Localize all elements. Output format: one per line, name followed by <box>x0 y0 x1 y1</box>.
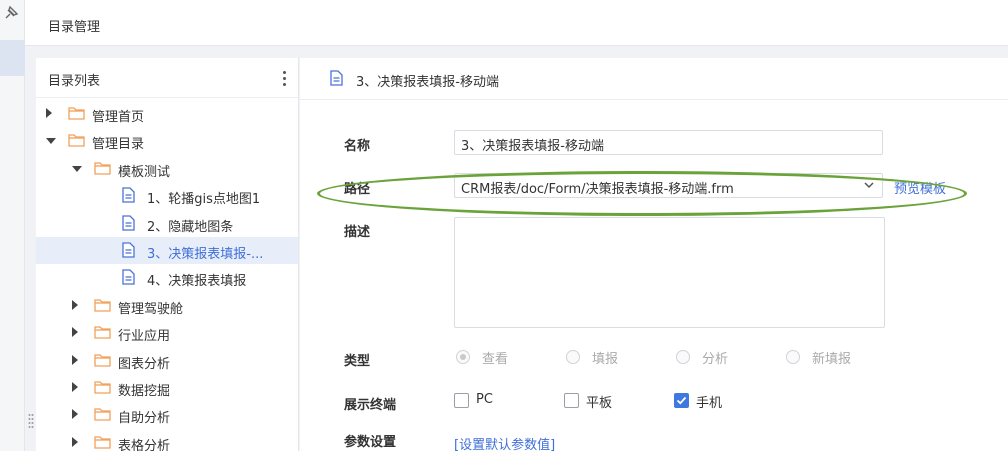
tree-item-label: 3、决策报表填报-... <box>147 247 264 262</box>
tree-folder-item[interactable]: 表格分析 <box>36 429 298 451</box>
checkmark-icon <box>676 396 687 405</box>
type-radio-fill[interactable] <box>566 350 580 364</box>
directory-tree-panel: 目录列表 管理首页管理目录模板测试 1、轮播gis点地图1 2、隐藏地图条 3、决策报… <box>36 58 299 451</box>
tree-item-label: 1、轮播gis点地图1 <box>147 192 261 208</box>
type-option-label: 查看 <box>482 352 509 367</box>
left-rail <box>0 0 25 451</box>
path-select[interactable]: CRM报表/doc/Form/决策报表填报-移动端.frm <box>454 173 883 198</box>
tree-item-label: 数据挖掘 <box>118 384 171 399</box>
terminal-label: 展示终端 <box>344 398 397 413</box>
document-icon <box>122 242 135 258</box>
path-label: 路径 <box>344 182 371 197</box>
tree-item-label: 行业应用 <box>118 329 171 345</box>
tree-panel-header: 目录列表 <box>36 58 298 98</box>
tree-panel-title: 目录列表 <box>48 74 101 89</box>
tree-file-item[interactable]: 4、决策报表填报 <box>36 264 298 291</box>
terminal-phone-label: 手机 <box>696 396 723 411</box>
type-label: 类型 <box>344 354 371 369</box>
folder-icon <box>94 353 111 367</box>
tree-item-label: 管理首页 <box>92 110 145 125</box>
tree-item-label: 管理目录 <box>92 137 145 153</box>
description-textarea[interactable] <box>454 217 885 328</box>
rail-active-item[interactable] <box>0 40 25 76</box>
tree-file-item[interactable]: 1、轮播gis点地图1 <box>36 182 298 209</box>
detail-title: 3、决策报表填报-移动端 <box>356 75 499 90</box>
folder-icon <box>94 435 111 449</box>
chevron-down-icon <box>864 182 874 189</box>
drag-handle-icon[interactable] <box>28 413 34 429</box>
path-select-value: CRM报表/doc/Form/决策报表填报-移动端.frm <box>461 182 734 197</box>
terminal-checkbox-pc[interactable] <box>454 393 469 408</box>
folder-icon <box>94 161 111 175</box>
more-vertical-icon[interactable] <box>278 68 290 88</box>
caret-down-icon[interactable] <box>72 165 82 172</box>
tree-folder-item[interactable]: 管理首页 <box>36 100 298 127</box>
tree-file-item[interactable]: 2、隐藏地图条 <box>36 210 298 237</box>
folder-icon <box>94 380 111 394</box>
caret-right-icon[interactable] <box>72 354 78 365</box>
caret-right-icon[interactable] <box>72 382 78 392</box>
tree-file-item[interactable]: 3、决策报表填报-... <box>36 237 298 264</box>
caret-right-icon[interactable] <box>72 327 78 338</box>
type-option-label: 分析 <box>702 352 729 367</box>
terminal-pc-label: PC <box>476 392 493 407</box>
set-default-params-link[interactable]: [设置默认参数值] <box>454 434 555 451</box>
tree-folder-item[interactable]: 自助分析 <box>36 401 298 428</box>
param-label: 参数设置 <box>344 435 397 450</box>
caret-down-icon[interactable] <box>46 138 56 145</box>
tree-item-label: 自助分析 <box>118 411 171 427</box>
tree-item-label: 2、隐藏地图条 <box>147 219 234 235</box>
preview-template-link[interactable]: 预览模板 <box>894 178 946 197</box>
tree-item-label: 管理驾驶舱 <box>118 301 184 317</box>
folder-icon <box>68 106 85 120</box>
type-option-label: 填报 <box>592 352 619 367</box>
type-option-label: 新填报 <box>812 352 852 367</box>
folder-icon <box>94 325 111 339</box>
caret-right-icon[interactable] <box>72 409 78 420</box>
document-icon <box>122 269 135 286</box>
document-icon <box>330 70 343 86</box>
terminal-tablet-label: 平板 <box>586 396 613 411</box>
caret-right-icon[interactable] <box>46 108 52 118</box>
pin-icon[interactable] <box>2 4 20 22</box>
tree-folder-item[interactable]: 模板测试 <box>36 155 298 182</box>
detail-panel: 3、决策报表填报-移动端 名称 3、决策报表填报-移动端 路径 CRM报表/do… <box>300 58 1008 451</box>
tree-folder-item[interactable]: 行业应用 <box>36 319 298 346</box>
type-radio-analysis[interactable] <box>676 350 690 364</box>
folder-icon <box>94 298 111 312</box>
document-icon <box>122 187 135 203</box>
document-icon <box>122 214 135 231</box>
tree-item-label: 4、决策报表填报 <box>147 274 247 290</box>
tree-folder-item[interactable]: 管理目录 <box>36 127 298 154</box>
detail-header: 3、决策报表填报-移动端 <box>300 58 1008 100</box>
caret-right-icon[interactable] <box>72 436 78 447</box>
terminal-checkbox-tablet[interactable] <box>564 393 579 408</box>
type-radio-new-fill[interactable] <box>786 350 800 364</box>
tree-folder-item[interactable]: 图表分析 <box>36 347 298 374</box>
page-header: 目录管理 <box>25 0 1008 46</box>
folder-icon <box>68 133 85 148</box>
folder-icon <box>94 407 111 422</box>
tree-item-label: 模板测试 <box>118 164 171 180</box>
caret-right-icon[interactable] <box>72 299 78 310</box>
tree-item-label: 表格分析 <box>118 438 171 451</box>
name-label: 名称 <box>344 139 371 154</box>
type-radio-view[interactable] <box>456 350 470 364</box>
tree-folder-item[interactable]: 管理驾驶舱 <box>36 292 298 319</box>
terminal-checkbox-phone[interactable] <box>674 393 689 408</box>
tree-item-label: 图表分析 <box>118 356 171 372</box>
description-label: 描述 <box>344 225 371 240</box>
page-title: 目录管理 <box>48 20 101 35</box>
name-input[interactable]: 3、决策报表填报-移动端 <box>454 130 883 155</box>
tree-folder-item[interactable]: 数据挖掘 <box>36 374 298 401</box>
